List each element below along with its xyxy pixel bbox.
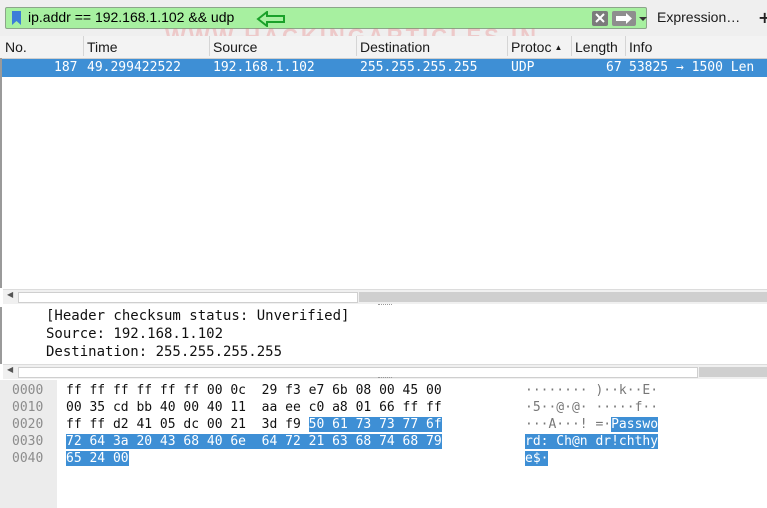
expression-button[interactable]: Expression… bbox=[657, 9, 740, 25]
scrollbar-track[interactable] bbox=[359, 292, 767, 302]
clear-filter-button[interactable] bbox=[592, 11, 608, 26]
ascii-plain: ···A···! =· bbox=[525, 417, 612, 432]
byte-offset: 0030 bbox=[12, 434, 44, 449]
packet-details-pane: [Header checksum status: Unverified] Sou… bbox=[0, 307, 767, 364]
packet-list-scrollbar[interactable]: ◀ bbox=[3, 289, 767, 304]
packet-length: 67 bbox=[606, 60, 622, 75]
ascii-bytes[interactable]: ·5··@·@· ·····f·· bbox=[525, 399, 658, 416]
packet-list bbox=[0, 58, 767, 288]
column-header-time[interactable]: Time bbox=[83, 36, 118, 56]
detail-line[interactable]: Source: 192.168.1.102 bbox=[46, 326, 223, 342]
byte-offset: 0040 bbox=[12, 451, 44, 466]
packet-bytes-pane: 0000 ff ff ff ff ff ff 00 0c 29 f3 e7 6b… bbox=[0, 380, 767, 508]
display-filter-input[interactable]: ip.addr == 192.168.1.102 && udp bbox=[5, 7, 647, 29]
hex-bytes[interactable]: ff ff d2 41 05 dc 00 21 3d f9 50 61 73 7… bbox=[66, 416, 442, 433]
column-header-no[interactable]: No. bbox=[2, 36, 27, 56]
apply-filter-button[interactable] bbox=[612, 11, 636, 26]
display-filter-toolbar: ip.addr == 192.168.1.102 && udp Expressi… bbox=[0, 0, 767, 36]
chevron-down-icon[interactable] bbox=[638, 9, 648, 29]
hex-highlighted: 50 61 73 73 77 6f bbox=[308, 417, 442, 432]
packet-list-header: No. Time Source Destination Protoc ▲ Leng… bbox=[0, 36, 767, 59]
ascii-highlighted: e$· bbox=[525, 451, 549, 466]
column-header-length[interactable]: Length bbox=[571, 36, 618, 56]
column-header-protocol-label: Protoc bbox=[511, 39, 552, 55]
column-header-destination[interactable]: Destination bbox=[356, 36, 430, 56]
close-icon bbox=[595, 13, 605, 23]
hex-plain: ff ff ff ff ff ff 00 0c 29 f3 e7 6b 08 0… bbox=[66, 383, 442, 398]
hex-bytes[interactable]: 72 64 3a 20 43 68 40 6e 64 72 21 63 68 7… bbox=[66, 433, 442, 450]
ascii-bytes[interactable]: e$· bbox=[525, 450, 549, 467]
ascii-plain: ·5··@·@· ·····f·· bbox=[525, 400, 659, 415]
arrow-right-icon bbox=[616, 13, 632, 24]
ascii-highlighted: Passwo bbox=[611, 417, 659, 432]
column-header-protocol[interactable]: Protoc ▲ bbox=[507, 36, 562, 56]
hex-highlighted: 65 24 00 bbox=[66, 451, 129, 466]
display-filter-text[interactable]: ip.addr == 192.168.1.102 && udp bbox=[28, 9, 234, 25]
hex-bytes[interactable]: 65 24 00 bbox=[66, 450, 129, 467]
ascii-bytes[interactable]: ········ )··k··E· bbox=[525, 382, 658, 399]
packet-source: 192.168.1.102 bbox=[213, 60, 315, 75]
ascii-bytes[interactable]: rd: Ch@n dr!chthy bbox=[525, 433, 659, 450]
ascii-plain: ········ )··k··E· bbox=[525, 383, 659, 398]
column-header-source[interactable]: Source bbox=[209, 36, 257, 56]
packet-no: 187 bbox=[54, 60, 78, 75]
scroll-left-icon[interactable]: ◀ bbox=[7, 365, 13, 374]
packet-row[interactable]: 187 49.299422522 192.168.1.102 255.255.2… bbox=[2, 59, 767, 77]
packet-info: 53825 → 1500 Len bbox=[629, 60, 755, 75]
packet-destination: 255.255.255.255 bbox=[360, 60, 478, 75]
ascii-highlighted: rd: Ch@n dr!chthy bbox=[525, 434, 659, 449]
scroll-left-icon[interactable]: ◀ bbox=[7, 290, 13, 299]
byte-offset: 0010 bbox=[12, 400, 44, 415]
column-header-info[interactable]: Info bbox=[625, 36, 652, 56]
packet-time: 49.299422522 bbox=[87, 60, 181, 75]
byte-offset: 0000 bbox=[12, 383, 44, 398]
scrollbar-track[interactable] bbox=[699, 367, 767, 377]
hex-plain: 00 35 cd bb 40 00 40 11 aa ee c0 a8 01 6… bbox=[66, 400, 442, 415]
scrollbar-thumb[interactable] bbox=[18, 292, 358, 303]
detail-line[interactable]: Destination: 255.255.255.255 bbox=[46, 344, 282, 360]
bookmark-icon[interactable] bbox=[12, 11, 21, 25]
hex-plain: ff ff d2 41 05 dc 00 21 3d f9 bbox=[66, 417, 309, 432]
detail-line[interactable]: [Header checksum status: Unverified] bbox=[46, 308, 349, 324]
ascii-bytes[interactable]: ···A···! =·Passwo bbox=[525, 416, 659, 433]
packet-protocol: UDP bbox=[511, 60, 535, 75]
hex-highlighted: 72 64 3a 20 43 68 40 6e 64 72 21 63 68 7… bbox=[66, 434, 442, 449]
byte-offset: 0020 bbox=[12, 417, 44, 432]
add-filter-button[interactable]: + bbox=[758, 8, 767, 27]
sort-ascending-icon: ▲ bbox=[554, 43, 563, 52]
hex-bytes[interactable]: ff ff ff ff ff ff 00 0c 29 f3 e7 6b 08 0… bbox=[66, 382, 442, 399]
scrollbar-thumb[interactable] bbox=[18, 367, 698, 378]
hex-bytes[interactable]: 00 35 cd bb 40 00 40 11 aa ee c0 a8 01 6… bbox=[66, 399, 442, 416]
annotation-arrow-icon bbox=[256, 11, 285, 27]
